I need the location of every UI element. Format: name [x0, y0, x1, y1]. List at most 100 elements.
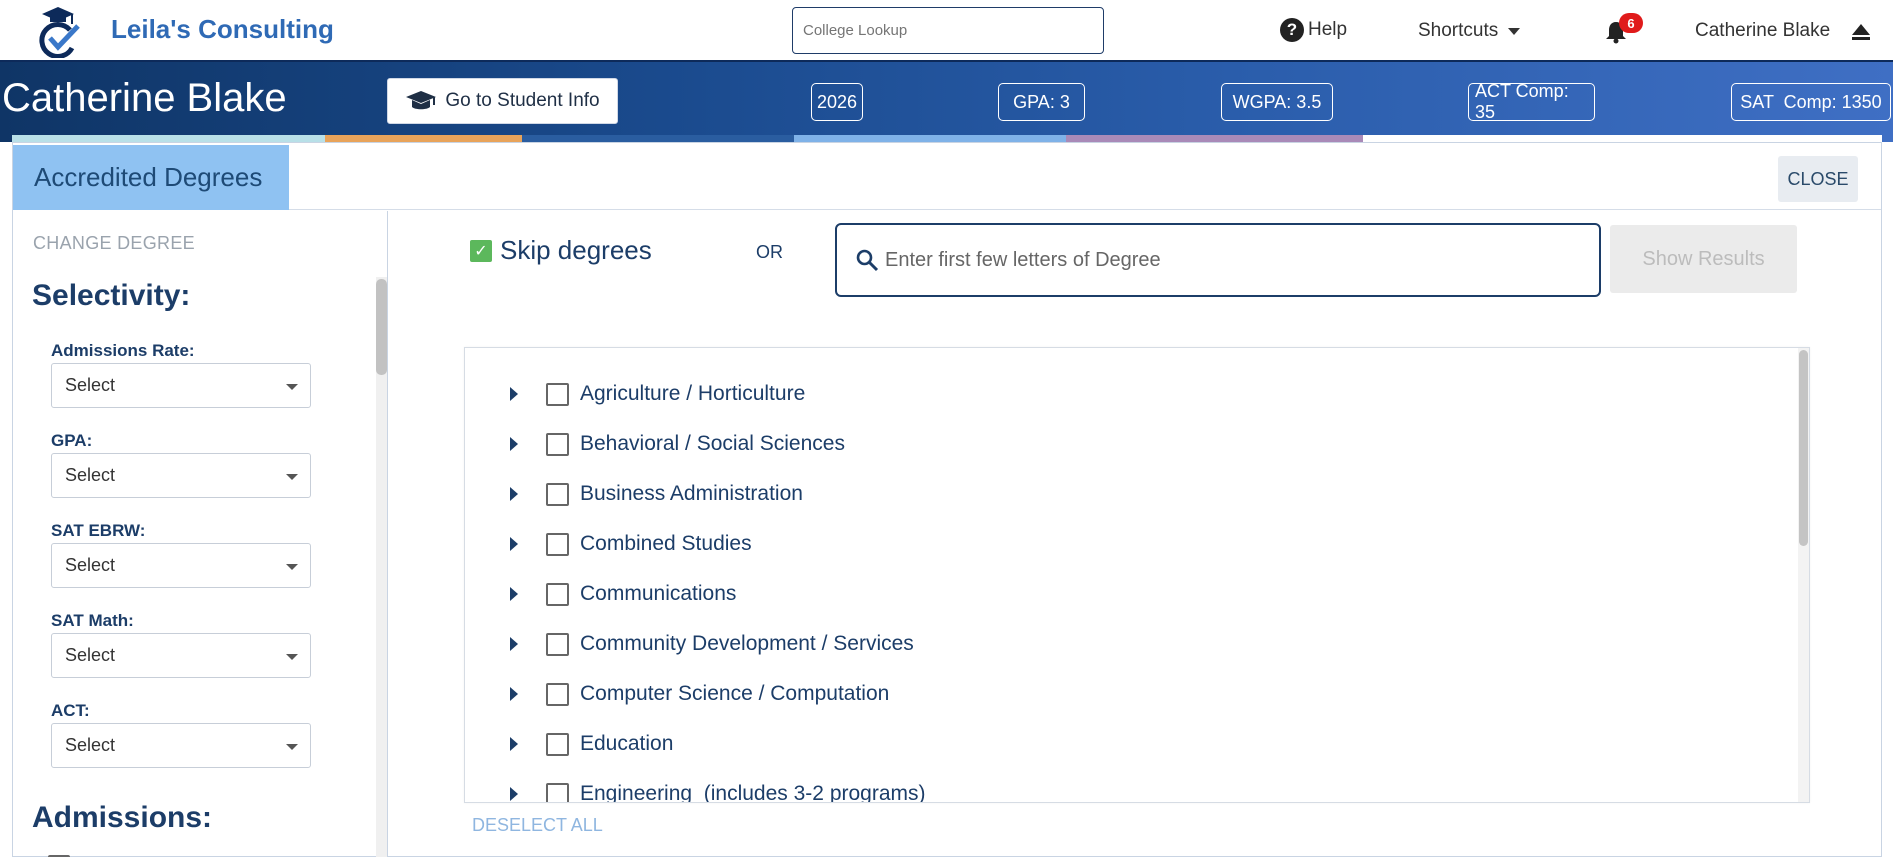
graduation-logo-icon[interactable] [34, 4, 82, 58]
skip-degrees-option[interactable]: ✓ Skip degrees [470, 235, 652, 266]
expand-arrow-icon[interactable] [510, 687, 518, 701]
expand-arrow-icon[interactable] [510, 387, 518, 401]
degree-checkbox[interactable] [546, 632, 569, 656]
sidebar-scroll-thumb[interactable] [376, 279, 387, 375]
graduation-cap-icon [406, 91, 437, 110]
sat-comp-badge: SAT Comp: 1350 [1731, 83, 1891, 121]
degree-search-input[interactable] [885, 248, 1565, 272]
change-degree-link[interactable]: CHANGE DEGREE [33, 233, 195, 254]
degree-label: Communications [580, 582, 737, 605]
expand-arrow-icon[interactable] [510, 737, 518, 751]
student-name: Catherine Blake [2, 76, 287, 120]
act-label: ACT: [51, 701, 90, 720]
degree-label: Agriculture / Horticulture [580, 382, 806, 405]
act-select[interactable]: Select [51, 723, 311, 768]
degree-label: Community Development / Services [580, 632, 914, 655]
degree-row[interactable]: Behavioral / Social Sciences [465, 419, 1785, 469]
expand-arrow-icon[interactable] [510, 537, 518, 551]
degree-row[interactable]: Education [465, 719, 1785, 769]
caret-down-icon [286, 654, 298, 660]
accredited-degrees-panel: Accredited Degrees CLOSE CHANGE DEGREE S… [12, 142, 1882, 857]
chevron-down-icon [1508, 27, 1521, 35]
sat-math-value: Select [65, 645, 116, 665]
admissions-heading: Admissions: [32, 801, 213, 834]
expand-arrow-icon[interactable] [510, 637, 518, 651]
degree-row[interactable]: Agriculture / Horticulture [465, 369, 1785, 419]
color-strip [12, 135, 1882, 142]
filter-sidebar: CHANGE DEGREE Selectivity: Admissions Ra… [13, 211, 388, 857]
degree-checkbox[interactable] [546, 532, 569, 556]
act-comp-badge: ACT Comp: 35 [1468, 81, 1595, 122]
degree-row[interactable]: Engineering (includes 3-2 programs) [465, 769, 1785, 803]
caret-down-icon [286, 564, 298, 570]
user-menu[interactable]: Catherine Blake [1695, 20, 1830, 42]
shortcuts-menu[interactable]: Shortcuts [1418, 20, 1521, 42]
gpa-select[interactable]: Select [51, 453, 311, 498]
degree-search-box[interactable] [835, 223, 1601, 297]
degree-row[interactable]: Community Development / Services [465, 619, 1785, 669]
degree-tree-scroll-thumb[interactable] [1799, 350, 1808, 546]
degree-tree: Agriculture / Horticulture Behavioral / … [464, 347, 1810, 803]
degree-row[interactable]: Business Administration [465, 469, 1785, 519]
graduation-year-badge: 2026 [811, 83, 863, 121]
degree-checkbox[interactable] [546, 482, 569, 506]
close-button[interactable]: CLOSE [1778, 156, 1858, 202]
panel-header: Accredited Degrees CLOSE [13, 143, 1881, 210]
degree-row[interactable]: Computer Science / Computation [465, 669, 1785, 719]
degree-row[interactable]: Combined Studies [465, 519, 1785, 569]
degree-checkbox[interactable] [546, 582, 569, 606]
admissions-rate-value: Select [65, 375, 116, 395]
skip-degrees-checkbox[interactable]: ✓ [470, 239, 492, 262]
caret-down-icon [286, 384, 298, 390]
deselect-all-link[interactable]: DESELECT ALL [472, 815, 603, 836]
go-to-student-info-button[interactable]: Go to Student Info [387, 78, 618, 124]
degree-label: Engineering (includes 3-2 programs) [580, 782, 926, 803]
wgpa-badge: WGPA: 3.5 [1221, 83, 1333, 121]
caret-down-icon [286, 474, 298, 480]
sat-math-label: SAT Math: [51, 611, 134, 630]
degree-row[interactable]: Communications [465, 569, 1785, 619]
panel-title: Accredited Degrees [13, 145, 289, 210]
college-lookup-input[interactable] [792, 7, 1104, 54]
sat-ebrw-select[interactable]: Select [51, 543, 311, 588]
sat-ebrw-label: SAT EBRW: [51, 521, 146, 540]
degree-label: Business Administration [580, 482, 803, 505]
admissions-rate-label: Admissions Rate: [51, 341, 195, 360]
gpa-label: GPA: [51, 431, 93, 450]
expand-arrow-icon[interactable] [510, 787, 518, 801]
degree-checkbox[interactable] [546, 432, 569, 456]
help-link[interactable]: ? Help [1280, 18, 1347, 42]
degree-label: Behavioral / Social Sciences [580, 432, 845, 455]
notification-badge: 6 [1619, 13, 1643, 33]
student-header: Catherine Blake Go to Student Info 2026 … [0, 62, 1893, 142]
degree-label: Education [580, 732, 674, 755]
expand-arrow-icon[interactable] [510, 437, 518, 451]
degree-label: Combined Studies [580, 532, 752, 555]
expand-arrow-icon[interactable] [510, 487, 518, 501]
admissions-rate-select[interactable]: Select [51, 363, 311, 408]
top-navbar: Leila's Consulting ? Help Shortcuts 6 Ca… [0, 0, 1893, 62]
help-icon: ? [1280, 18, 1304, 42]
search-icon [856, 249, 879, 272]
degree-checkbox[interactable] [546, 732, 569, 756]
student-info-label: Go to Student Info [445, 90, 600, 111]
or-separator: OR [756, 242, 783, 262]
degree-checkbox[interactable] [546, 382, 569, 406]
brand-name[interactable]: Leila's Consulting [111, 14, 334, 45]
sat-math-select[interactable]: Select [51, 633, 311, 678]
sat-ebrw-value: Select [65, 555, 116, 575]
selectivity-heading: Selectivity: [32, 279, 191, 312]
caret-down-icon [286, 744, 298, 750]
gpa-value: Select [65, 465, 116, 485]
eject-icon[interactable] [1852, 24, 1870, 42]
degree-checkbox[interactable] [546, 682, 569, 706]
shortcuts-label: Shortcuts [1418, 20, 1499, 41]
expand-arrow-icon[interactable] [510, 587, 518, 601]
act-value: Select [65, 735, 116, 755]
degree-checkbox[interactable] [546, 782, 569, 802]
help-label: Help [1308, 19, 1348, 40]
gpa-badge: GPA: 3 [998, 83, 1085, 121]
skip-degrees-label: Skip degrees [500, 235, 652, 265]
degree-label: Computer Science / Computation [580, 682, 890, 705]
show-results-button[interactable]: Show Results [1610, 225, 1797, 293]
